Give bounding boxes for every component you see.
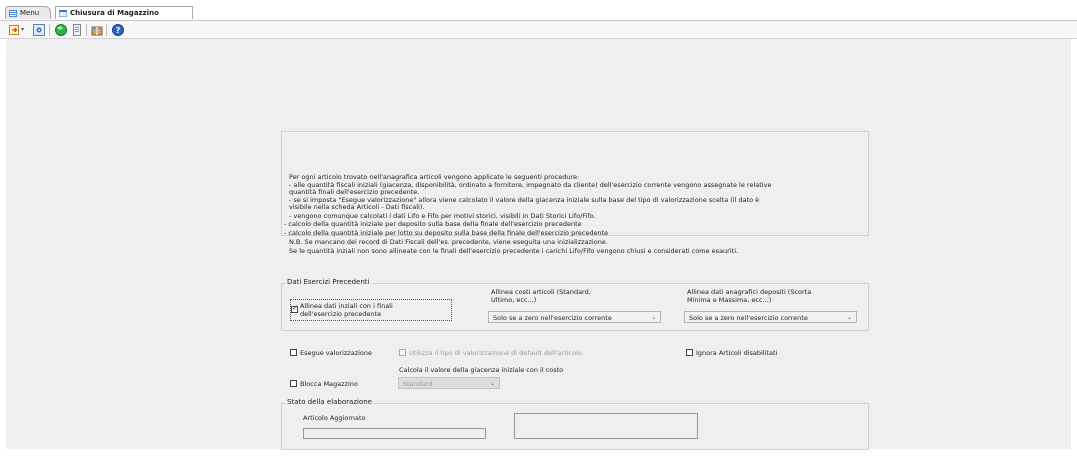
stato-title: Stato della elaborazione xyxy=(285,398,374,406)
menu-icon xyxy=(9,10,17,17)
articolo-aggiornato-field xyxy=(303,428,486,439)
costo-value: Standard xyxy=(403,380,433,388)
document-icon[interactable] xyxy=(71,24,83,36)
chevron-down-icon[interactable]: ▾ xyxy=(21,26,24,33)
esegue-valorizzazione-checkbox[interactable] xyxy=(290,349,297,356)
dati-esercizi-title: Dati Esercizi Precedenti xyxy=(285,278,372,286)
help-icon[interactable]: ? xyxy=(112,24,124,36)
toolbar-separator xyxy=(49,24,50,36)
tab-menu-label: Menu xyxy=(20,9,40,17)
ignora-disabilitati-label: Ignora Articoli disabilitati xyxy=(696,349,778,357)
calcola-label: Calcola il valore della giacenza inizial… xyxy=(399,366,564,374)
info-line: - calcolo della quantità iniziale per lo… xyxy=(284,229,609,237)
ignora-disabilitati-checkbox[interactable] xyxy=(686,349,693,356)
settings-icon[interactable] xyxy=(33,24,45,36)
allinea-iniziali-checkbox[interactable] xyxy=(291,304,298,313)
chiusura-panel: Per ogni articolo trovato nell'anagrafic… xyxy=(281,131,870,450)
costo-select[interactable]: Standard ⌄ xyxy=(398,377,500,389)
chevron-down-icon: ⌄ xyxy=(489,380,495,387)
info-line: Per ogni articolo trovato nell'anagrafic… xyxy=(289,173,580,181)
chevron-down-icon: ⌄ xyxy=(650,314,656,321)
package-icon[interactable] xyxy=(91,24,103,36)
allinea-anagrafici-label-2: Minima e Massima, ecc...) xyxy=(687,296,772,304)
toolbar-separator xyxy=(106,24,107,36)
utilizza-tipo-label: Utilizza il tipo di valorizzazione di de… xyxy=(409,349,582,357)
allinea-iniziali-label: Allinea dati inziali con i finali xyxy=(300,302,393,310)
toolbar-separator xyxy=(86,24,87,36)
allinea-costi-label: Allinea costi articoli (Standard, xyxy=(491,288,591,296)
export-dropdown-icon[interactable] xyxy=(9,24,21,36)
blocca-magazzino-label: Blocca Magazzino xyxy=(300,380,358,388)
info-line: visibile nella scheda Articoli - Dati fi… xyxy=(289,203,425,211)
info-line: N.B. Se mancano dei record di Dati Fisca… xyxy=(289,238,608,246)
info-line: - vengono comunque calcolati i dati Lifo… xyxy=(289,212,596,220)
utilizza-tipo-checkbox[interactable] xyxy=(399,349,406,356)
window-icon xyxy=(59,10,67,17)
allinea-anagrafici-label: Allinea dati anagrafici depositi (Scorta xyxy=(687,288,812,296)
run-green-icon[interactable] xyxy=(55,24,67,36)
info-line: quantità finali dell'esercizio precedent… xyxy=(289,188,420,196)
esegue-valorizzazione-label: Esegue valorizzazione xyxy=(300,349,373,357)
tab-menu[interactable]: Menu xyxy=(5,6,51,19)
allinea-costi-label-2: Ultimo, ecc...) xyxy=(491,296,537,304)
tab-bar: Menu Chiusura di Magazzino Esercizio 202… xyxy=(0,0,1077,30)
blocca-magazzino-checkbox[interactable] xyxy=(290,380,297,387)
toolbar: ▾ ? xyxy=(0,21,1077,39)
info-line: - calcolo della quantità iniziale per de… xyxy=(284,220,582,228)
tab-chiusura-magazzino[interactable]: Chiusura di Magazzino Esercizio 2022 xyxy=(55,6,193,30)
allinea-costi-value: Solo se a zero nell'esercizio corrente xyxy=(493,314,612,322)
info-line: Se le quantità inziali non sono allineat… xyxy=(289,247,739,255)
stato-output-box xyxy=(514,413,698,439)
allinea-anagrafici-select[interactable]: Solo se a zero nell'esercizio corrente ⌄ xyxy=(684,311,857,323)
chevron-down-icon: ⌄ xyxy=(846,314,852,321)
allinea-iniziali-label-2: dell'esercizio precedente xyxy=(300,310,382,318)
allinea-anagrafici-value: Solo se a zero nell'esercizio corrente xyxy=(689,314,808,322)
articolo-aggiornato-label: Articolo Aggiornato xyxy=(303,414,366,422)
svg-text:?: ? xyxy=(116,26,121,35)
allinea-costi-select[interactable]: Solo se a zero nell'esercizio corrente ⌄ xyxy=(488,311,661,323)
